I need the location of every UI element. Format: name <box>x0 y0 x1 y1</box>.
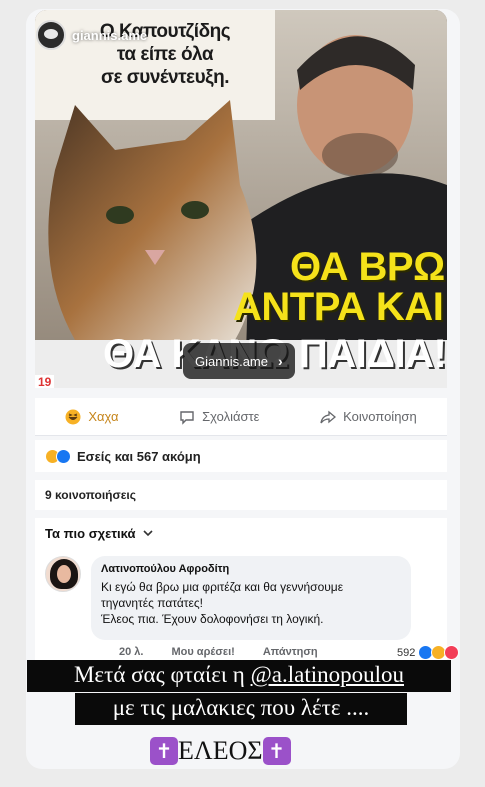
chevron-down-icon <box>143 529 154 536</box>
comment-author[interactable]: Λατινοπούλου Αφροδίτη <box>101 563 401 575</box>
post-action-bar: Χαχα Σχολιάστε Κοινοποίηση <box>35 398 447 436</box>
eleos-sticker: ✝ ΕΛΕΟΣ ✝ <box>150 735 291 767</box>
haha-label: Χαχα <box>88 409 119 424</box>
comment-text-line: τηγανητές πατάτες! <box>101 596 203 610</box>
caption-prefix: Μετά σας φταίει η <box>73 662 251 687</box>
haha-icon <box>65 409 81 424</box>
comment-reply-button[interactable]: Απάντηση <box>263 646 318 658</box>
chevron-right-icon: › <box>277 353 283 369</box>
latin-cross-icon: ✝ <box>262 737 291 765</box>
comment-sort-label: Τα πιο σχετικά <box>45 525 136 541</box>
mention-link[interactable]: @a.latinopoulou <box>251 662 404 687</box>
story-username[interactable]: giannis.ame <box>72 28 147 43</box>
comment-reaction-count[interactable]: 592 <box>397 645 460 660</box>
profile-link-pill[interactable]: Giannis.ame › <box>183 343 295 379</box>
comment-sort-dropdown[interactable]: Τα πιο σχετικά <box>35 518 447 548</box>
meme-image: Ο Καπουτζίδης τα είπε όλα σε συνέντευξη.… <box>35 10 447 388</box>
meme-corner-number: 19 <box>35 375 55 388</box>
comment-label: Σχολιάστε <box>202 409 260 424</box>
like-reaction-icon <box>56 448 71 464</box>
meme-yellow-line-1: ΘΑ ΒΡΩ <box>290 245 445 289</box>
share-label: Κοινοποίηση <box>343 409 417 424</box>
story-caption-line-2: με τις μαλακιες που λέτε .... <box>75 693 407 725</box>
reactions-summary-text: Εσείς και 567 ακόμη <box>77 448 201 464</box>
comment-meta: 20 λ. Μου αρέσει! Απάντηση <box>119 646 318 658</box>
love-reaction-icon <box>444 645 460 660</box>
eleos-text: ΕΛΕΟΣ <box>178 736 263 765</box>
haha-reaction-button[interactable]: Χαχα <box>65 409 119 425</box>
comment-reaction-count-text: 592 <box>397 646 416 659</box>
story-header[interactable]: giannis.ame <box>36 20 147 50</box>
shares-count-label: 9 κοινοποιήσεις <box>45 488 136 502</box>
latin-cross-icon: ✝ <box>150 737 178 765</box>
reaction-icons <box>45 448 71 464</box>
comment-text-line: Έλεος πια. Έχουν δολοφονήσει τη λογική. <box>101 612 324 626</box>
comment-like-button[interactable]: Μου αρέσει! <box>171 646 234 658</box>
comment-button[interactable]: Σχολιάστε <box>179 409 259 425</box>
comment-text-line: Κι εγώ θα βρω μια φριτέζα και θα γεννήσο… <box>101 580 344 594</box>
share-button[interactable]: Κοινοποίηση <box>320 409 417 425</box>
shares-count[interactable]: 9 κοινοποιήσεις <box>35 480 447 510</box>
comment-item: Λατινοπούλου Αφροδίτη Κι εγώ θα βρω μια … <box>35 548 460 668</box>
meme-caption-line: σε συνέντευξη. <box>101 67 229 88</box>
story-caption-line-1: Μετά σας φταίει η @a.latinopoulou <box>27 660 451 692</box>
comment-icon <box>180 410 194 425</box>
meme-yellow-line-2: ΑΝΤΡΑ ΚΑΙ <box>233 285 444 329</box>
share-icon <box>320 410 337 423</box>
comment-bubble: Λατινοπούλου Αφροδίτη Κι εγώ θα βρω μια … <box>91 556 411 640</box>
reactions-summary[interactable]: Εσείς και 567 ακόμη <box>35 440 447 472</box>
comment-time: 20 λ. <box>119 646 144 658</box>
commenter-avatar[interactable] <box>45 556 81 592</box>
profile-pill-label: Giannis.ame <box>195 353 268 369</box>
story-avatar[interactable] <box>36 20 66 50</box>
